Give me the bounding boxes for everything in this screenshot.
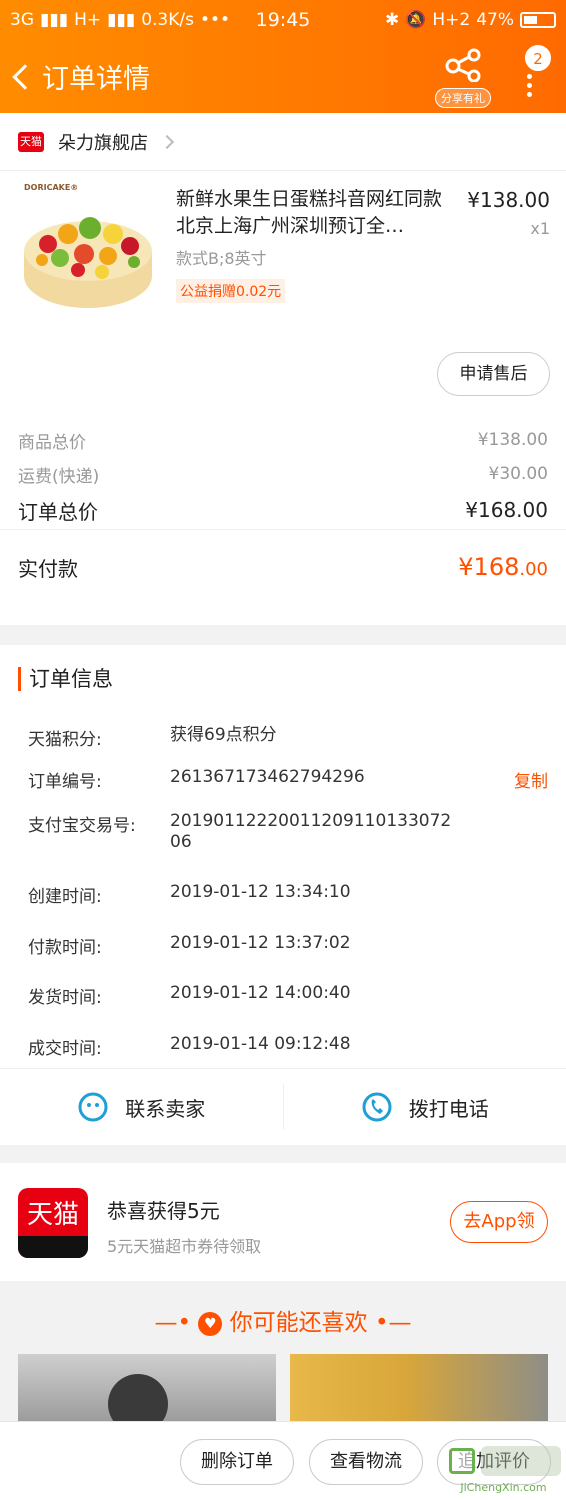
dash-dot-left-icon: —• [154,1310,192,1336]
tmall-shop-icon: 天猫 [18,131,44,152]
info-row-points: 天猫积分: 获得69点积分 [28,725,470,750]
phone-icon [362,1092,392,1122]
goods-total-label: 商品总价 [18,432,86,453]
info-label: 成交时间: [28,1039,102,1059]
page-title: 订单详情 [42,64,150,95]
info-label: 付款时间: [28,938,102,958]
info-label: 创建时间: [28,887,102,907]
chat-face-icon [78,1092,108,1122]
info-row-created: 创建时间: 2019-01-12 13:34:10 [28,882,470,907]
order-total-label: 订单总价 [18,499,98,524]
brand-text: DORICAKE® [24,183,79,192]
bluetooth-icon: ✱ [384,10,400,30]
recommend-item-1[interactable] [18,1354,276,1424]
watermark-logo-icon [449,1448,475,1474]
paid-value: ¥168.00 [458,553,548,581]
product-spec: 款式B;8英寸 [176,249,267,268]
info-row-alipay: 支付宝交易号: 20190112220011209110133072 06 [28,811,462,853]
battery-icon [520,12,556,28]
info-row-completed: 成交时间: 2019-01-14 09:12:48 [28,1034,470,1059]
promo-subtitle: 5元天猫超市券待领取 [107,1237,262,1256]
product-image[interactable]: DORICAKE® [18,183,158,323]
goods-total-value: ¥138.00 [477,430,548,450]
paid-label: 实付款 [18,556,78,581]
info-value: 20190112220011209110133072 06 [170,811,452,852]
mute-icon: 🔕 [405,10,427,30]
back-icon[interactable] [0,40,40,113]
promo-title: 恭喜获得5元 [107,1199,220,1223]
tmall-logo-text: 天猫 [26,1200,79,1230]
order-info-card: 订单信息 天猫积分: 获得69点积分 订单编号: 261367173462794… [0,645,566,1145]
recommend-section: —• ♥ 你可能还喜欢 •— [0,1281,566,1424]
order-total-value: ¥168.00 [465,498,548,522]
recommend-item-2[interactable] [290,1354,548,1424]
shipping-label: 运费(快递) [18,466,100,487]
info-label: 订单编号: [28,772,102,792]
order-card: 天猫 朵力旗舰店 DORICAKE® 新鲜水果生日蛋糕抖音网红同款北京上海广州深… [0,113,566,625]
app-header: 3G ▮▮▮ H+ ▮▮▮ 0.3K/s ••• 19:45 ✱ 🔕 H+2 4… [0,0,566,113]
watermark-logo-text [481,1446,561,1476]
contact-bar: 联系卖家 拨打电话 [0,1068,566,1145]
signal-icon: ▮▮▮ [40,10,69,30]
product-quantity: x1 [530,219,550,238]
info-label: 天猫积分: [28,730,102,750]
delete-order-button[interactable]: 删除订单 [180,1439,294,1485]
product-name[interactable]: 新鲜水果生日蛋糕抖音网红同款北京上海广州深圳预订全… [176,186,451,240]
signal-icon-2: ▮▮▮ [107,10,136,30]
info-value: 2019-01-12 14:00:40 [170,983,351,1003]
goods-total-row: 商品总价 ¥138.00 [0,423,566,457]
contact-seller-label: 联系卖家 [125,1096,206,1121]
info-value: 261367173462794296 [170,767,365,787]
info-value: 2019-01-12 13:37:02 [170,933,351,953]
info-label: 发货时间: [28,988,102,1008]
share-button[interactable]: 分享有礼 [435,48,491,108]
shop-row[interactable]: 天猫 朵力旗舰店 [0,113,566,171]
copy-button[interactable]: 复制 [514,767,548,792]
paid-value-dec: .00 [519,559,548,580]
call-phone-button[interactable]: 拨打电话 [284,1069,566,1145]
net-speed: 0.3K/s [141,10,194,30]
heart-icon: ♥ [198,1312,223,1336]
info-row-order-no: 订单编号: 261367173462794296 [28,767,470,792]
recommend-title: —• ♥ 你可能还喜欢 •— [0,1303,566,1337]
coupon-promo: 天猫 恭喜获得5元 5元天猫超市券待领取 去App领 [0,1163,566,1281]
notification-dots: ••• [199,10,231,30]
contact-seller-button[interactable]: 联系卖家 [0,1069,283,1145]
recommend-title-text: 你可能还喜欢 [229,1310,368,1336]
tmall-logo: 天猫 [18,1188,88,1258]
signal-3g: 3G [10,10,34,30]
paid-row: 实付款 ¥168.00 [0,529,566,604]
status-bar: 3G ▮▮▮ H+ ▮▮▮ 0.3K/s ••• 19:45 ✱ 🔕 H+2 4… [0,0,566,40]
shipping-row: 运费(快递) ¥30.00 [0,457,566,491]
site-watermark: JiChengXin.com [441,1446,566,1500]
info-row-shipped: 发货时间: 2019-01-12 14:00:40 [28,983,470,1008]
watermark-site: JiChengXin.com [460,1481,547,1494]
share-label: 分享有礼 [435,88,491,108]
info-label: 支付宝交易号: [28,816,136,836]
signal-h2: H+2 [432,10,471,30]
view-logistics-button[interactable]: 查看物流 [309,1439,423,1485]
after-sale-button[interactable]: 申请售后 [437,352,550,396]
info-value: 2019-01-14 09:12:48 [170,1034,351,1054]
cake-illustration [24,217,152,308]
go-app-button[interactable]: 去App领 [450,1201,548,1243]
product-price: ¥138.00 [467,188,550,212]
share-icon [445,48,481,83]
shipping-value: ¥30.00 [488,464,548,484]
message-badge: 2 [525,45,551,71]
info-value: 获得69点积分 [170,725,277,745]
product-item[interactable]: DORICAKE® 新鲜水果生日蛋糕抖音网红同款北京上海广州深圳预订全… 款式B… [0,171,566,401]
dash-dot-right-icon: •— [374,1310,412,1336]
paid-value-int: ¥168 [458,553,520,581]
shop-name: 朵力旗舰店 [58,132,148,154]
info-value: 2019-01-12 13:34:10 [170,882,351,902]
info-row-paid: 付款时间: 2019-01-12 13:37:02 [28,933,470,958]
signal-hplus: H+ [74,10,102,30]
call-phone-label: 拨打电话 [408,1096,489,1121]
donation-tag: 公益捐赠0.02元 [176,279,286,303]
chevron-right-icon [159,134,175,149]
order-total-row: 订单总价 ¥168.00 [0,491,566,529]
battery-percent: 47% [476,10,514,30]
order-info-title: 订单信息 [18,667,113,691]
